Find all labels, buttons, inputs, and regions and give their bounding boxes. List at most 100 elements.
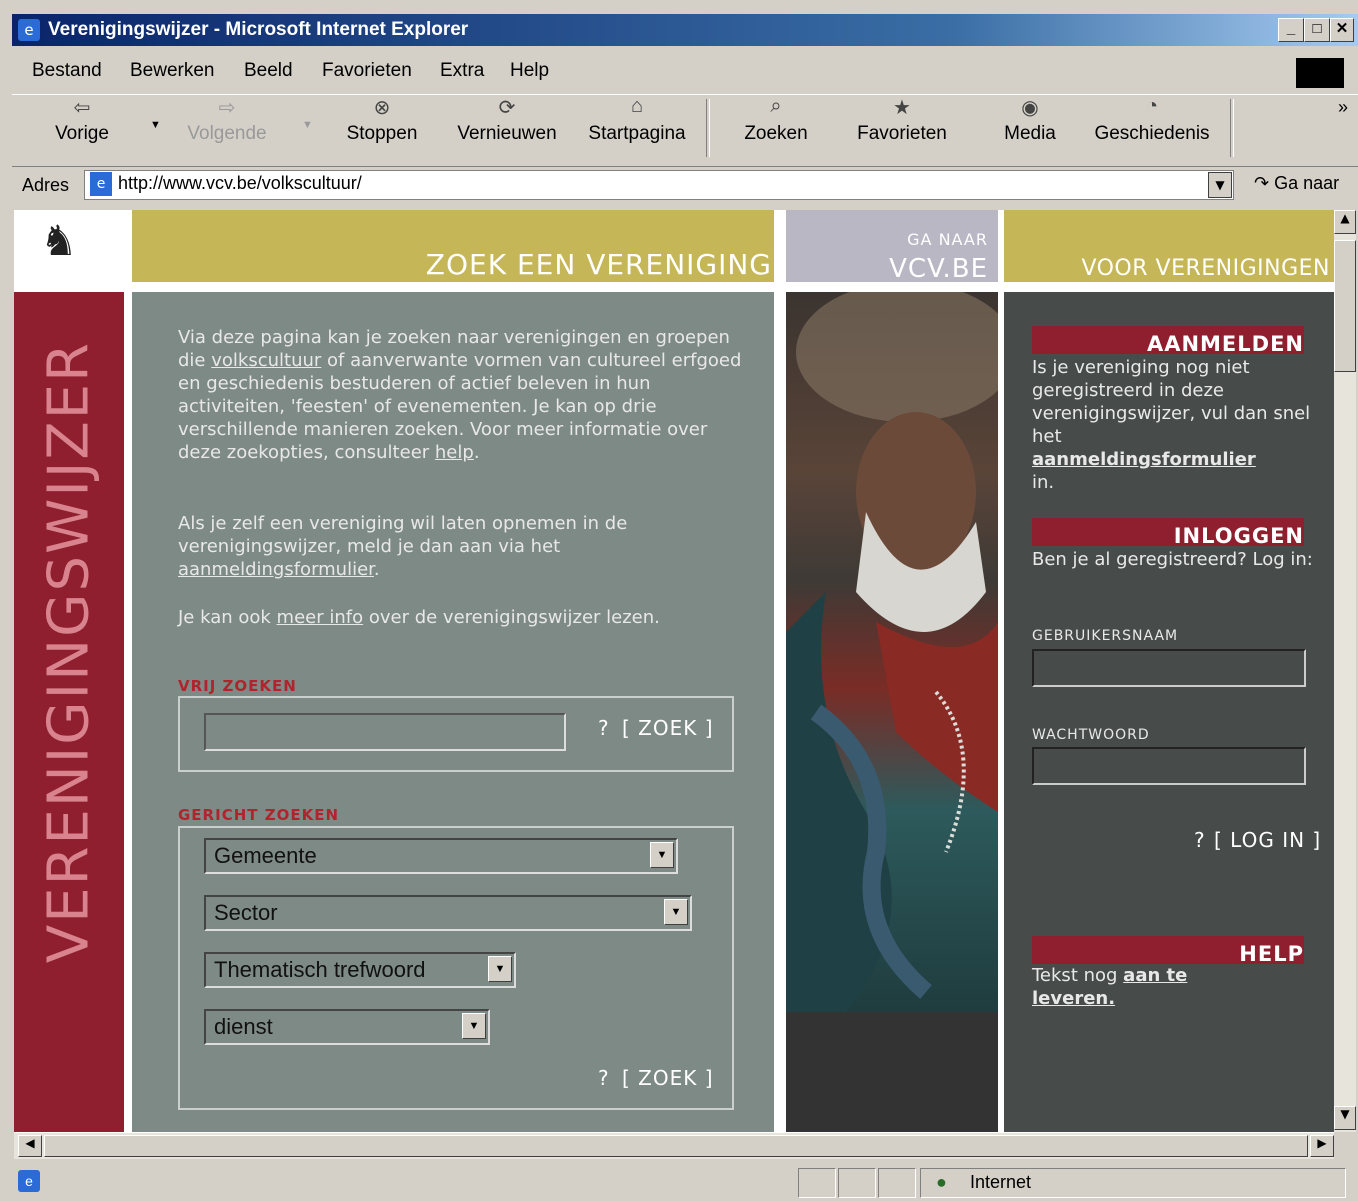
menu-bestand[interactable]: Bestand — [32, 60, 102, 82]
address-label: Adres — [22, 175, 70, 195]
volkscultuur-link[interactable]: volkscultuur — [211, 350, 321, 371]
maximize-button[interactable]: □ — [1304, 18, 1330, 42]
sidebar-title: VERENIGINGSWIJZER — [36, 340, 102, 964]
media-button[interactable]: ◉ Media — [992, 95, 1068, 145]
username-label: GEBRUIKERSNAAM — [1032, 628, 1179, 644]
minimize-button[interactable]: _ — [1278, 18, 1304, 42]
menu-help[interactable]: Help — [510, 60, 549, 82]
forward-arrow-icon: ⇨ — [218, 97, 236, 119]
password-input[interactable] — [1032, 747, 1306, 785]
back-button[interactable]: ⇦ Vorige — [42, 95, 122, 145]
menu-favorieten[interactable]: Favorieten — [322, 60, 412, 82]
stop-button[interactable]: ⊗ Stoppen — [342, 95, 422, 145]
globe-icon: ● — [936, 1172, 947, 1192]
login-help-button[interactable]: ? — [1194, 828, 1206, 852]
aanmeldingsformulier-link-right[interactable]: aanmeldingsformulier — [1032, 449, 1256, 470]
home-label: Startpagina — [588, 123, 686, 144]
history-label: Geschiedenis — [1094, 123, 1210, 144]
header-zoek-title: ZOEK EEN VERENIGING — [425, 248, 772, 281]
gemeente-value: Gemeente — [214, 843, 317, 868]
aanmeldingsformulier-link[interactable]: aanmeldingsformulier — [178, 559, 374, 580]
help-body: Tekst nog — [1032, 965, 1124, 986]
scroll-thumb[interactable] — [1334, 240, 1356, 372]
intro-text: over de verenigingswijzer lezen. — [363, 607, 660, 628]
aanmelden-heading: AANMELDEN — [1146, 332, 1304, 356]
portrait-photo — [786, 292, 998, 1012]
scroll-right-icon[interactable]: ▶ — [1310, 1135, 1334, 1157]
intro-paragraph-1: Via deze pagina kan je zoeken naar veren… — [178, 326, 748, 464]
horizontal-scrollbar[interactable]: ◀ ▶ — [14, 1132, 1334, 1159]
history-button[interactable]: ◔ Geschiedenis — [1092, 95, 1212, 145]
username-input[interactable] — [1032, 649, 1306, 687]
gemeente-select[interactable]: Gemeente ▼ — [204, 838, 678, 874]
dienst-select[interactable]: dienst ▼ — [204, 1009, 490, 1045]
vrij-help-button[interactable]: ? — [598, 716, 610, 740]
go-arrow-icon: ↷ — [1254, 173, 1270, 193]
toolbar-separator — [1230, 99, 1234, 157]
favorites-label: Favorieten — [857, 123, 947, 144]
menu-bar: Bestand Bewerken Beeld Favorieten Extra … — [12, 52, 1358, 88]
sector-select[interactable]: Sector ▼ — [204, 895, 692, 931]
window-title: Verenigingswijzer - Microsoft Internet E… — [48, 19, 469, 40]
vcv-label: VCV.BE — [889, 254, 988, 284]
vrij-zoeken-heading: VRIJ ZOEKEN — [178, 677, 297, 695]
stop-label: Stoppen — [346, 123, 418, 144]
favorites-button[interactable]: ★ Favorieten — [852, 95, 952, 145]
address-dropdown-button[interactable]: ▼ — [1208, 172, 1232, 198]
vrij-zoeken-input[interactable] — [204, 713, 566, 751]
gericht-zoek-button[interactable]: [ ZOEK ] — [622, 1066, 714, 1090]
search-icon: ⌕ — [770, 95, 782, 117]
vrij-zoek-button[interactable]: [ ZOEK ] — [622, 716, 714, 740]
status-panel — [798, 1168, 836, 1198]
home-icon: ⌂ — [630, 95, 644, 117]
scroll-left-icon[interactable]: ◀ — [18, 1135, 42, 1157]
forward-button[interactable]: ⇨ Volgende — [182, 95, 272, 145]
refresh-label: Vernieuwen — [457, 123, 557, 144]
stop-icon: ⊗ — [373, 97, 391, 119]
search-label: Zoeken — [744, 123, 808, 144]
back-dropdown-icon[interactable]: ▼ — [150, 119, 161, 131]
login-button[interactable]: [ LOG IN ] — [1214, 828, 1321, 852]
photo-footer — [786, 1012, 998, 1132]
hscroll-thumb[interactable] — [44, 1135, 1308, 1157]
page-icon: e — [90, 172, 112, 196]
search-button[interactable]: ⌕ Zoeken — [736, 95, 816, 145]
go-label: Ga naar — [1274, 173, 1340, 193]
address-url: http://www.vcv.be/volkscultuur/ — [118, 173, 362, 193]
gericht-help-button[interactable]: ? — [598, 1066, 610, 1090]
help-link[interactable]: help — [435, 442, 474, 463]
title-bar: Verenigingswijzer - Microsoft Internet E… — [12, 14, 1358, 46]
ie-logo-icon: e — [18, 19, 40, 41]
meer-info-link[interactable]: meer info — [277, 607, 364, 628]
status-bar: e ● Internet — [12, 1164, 1358, 1201]
password-label: WACHTWOORD — [1032, 727, 1150, 743]
scroll-down-icon[interactable]: ▼ — [1334, 1106, 1356, 1130]
sidebar-title-wrap: VERENIGINGSWIJZER — [14, 292, 124, 1012]
menu-bewerken[interactable]: Bewerken — [130, 60, 215, 82]
intro-text: . — [373, 559, 380, 580]
goto-vcv-link[interactable]: GA NAAR VCV.BE — [786, 210, 998, 284]
forward-dropdown-icon[interactable]: ▼ — [302, 119, 313, 131]
dienst-value: dienst — [214, 1014, 273, 1039]
menu-extra[interactable]: Extra — [440, 60, 484, 82]
vertical-scrollbar[interactable]: ▲ ▼ — [1334, 210, 1356, 1132]
trefwoord-select[interactable]: Thematisch trefwoord ▼ — [204, 952, 516, 988]
refresh-icon: ⟳ — [498, 97, 516, 119]
aanmelden-end: in. — [1032, 472, 1055, 493]
portrait-illustration — [786, 292, 998, 1012]
close-button[interactable]: ✕ — [1330, 18, 1354, 42]
intro-paragraph-2: Als je zelf een vereniging wil laten opn… — [178, 512, 748, 581]
toolbar-more-button[interactable]: » — [1338, 97, 1348, 118]
go-button[interactable]: ↷ Ga naar — [1254, 173, 1339, 194]
home-button[interactable]: ⌂ Startpagina — [582, 95, 692, 145]
flemish-lion-logo-icon: ♞ — [40, 216, 78, 265]
chevron-down-icon: ▼ — [650, 842, 674, 868]
forward-label: Volgende — [187, 123, 267, 144]
intro-text: Als je zelf een vereniging wil laten opn… — [178, 513, 628, 557]
menu-beeld[interactable]: Beeld — [244, 60, 293, 82]
back-arrow-icon: ⇦ — [73, 97, 91, 119]
chevron-down-icon: ▼ — [488, 956, 512, 982]
refresh-button[interactable]: ⟳ Vernieuwen — [452, 95, 562, 145]
goto-label: GA NAAR — [907, 230, 988, 249]
scroll-up-icon[interactable]: ▲ — [1334, 210, 1356, 234]
